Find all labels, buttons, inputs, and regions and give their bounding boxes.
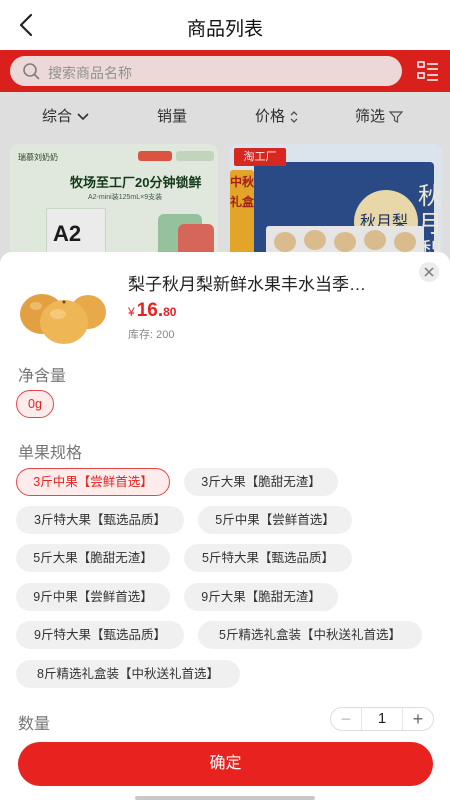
home-indicator — [135, 796, 315, 800]
spec-option[interactable]: 9斤中果【尝鲜首选】 — [16, 583, 170, 611]
spec-option[interactable]: 3斤中果【尝鲜首选】 — [16, 468, 170, 496]
product-name: 梨子秋月梨新鲜水果丰水当季… — [128, 275, 366, 294]
spec-option[interactable]: 5斤精选礼盒装【中秋送礼首选】 — [198, 621, 422, 649]
spec-option[interactable]: 3斤大果【脆甜无渣】 — [184, 468, 338, 496]
stock-text: 库存: 200 — [128, 329, 175, 341]
price-currency: ¥ — [128, 305, 135, 319]
top-nav-bar: 商品列表 — [0, 0, 450, 50]
increment-button[interactable]: + — [403, 708, 433, 730]
spec-option[interactable]: 5斤中果【尝鲜首选】 — [198, 506, 352, 534]
net-content-option[interactable]: 0g — [16, 390, 54, 418]
decrement-button[interactable]: − — [331, 708, 361, 730]
sku-selector-sheet: 梨子秋月梨新鲜水果丰水当季… ¥16.80 库存: 200 净含量 0g 单果规… — [0, 252, 450, 800]
product-price: ¥16.80 — [128, 300, 176, 322]
spec-option[interactable]: 9斤大果【脆甜无渣】 — [184, 583, 338, 611]
quantity-stepper: − 1 + — [330, 707, 434, 731]
overlay-dim[interactable] — [0, 50, 450, 266]
price-decimal: 80 — [163, 305, 177, 319]
close-icon — [424, 267, 434, 277]
quantity-value[interactable]: 1 — [361, 708, 403, 730]
net-content-label: 净含量 — [18, 368, 67, 385]
price-integer: 16. — [136, 300, 164, 321]
page-title: 商品列表 — [186, 19, 263, 40]
spec-option[interactable]: 5斤特大果【甄选品质】 — [184, 544, 352, 572]
product-image — [20, 294, 106, 344]
quantity-label: 数量 — [18, 716, 51, 733]
spec-option[interactable]: 3斤特大果【甄选品质】 — [16, 506, 184, 534]
spec-label: 单果规格 — [18, 445, 83, 462]
spec-option[interactable]: 8斤精选礼盒装【中秋送礼首选】 — [16, 660, 240, 688]
spec-option[interactable]: 9斤特大果【甄选品质】 — [16, 621, 184, 649]
spec-option[interactable]: 5斤大果【脆甜无渣】 — [16, 544, 170, 572]
close-button[interactable] — [419, 262, 439, 282]
confirm-button[interactable]: 确定 — [18, 742, 433, 786]
